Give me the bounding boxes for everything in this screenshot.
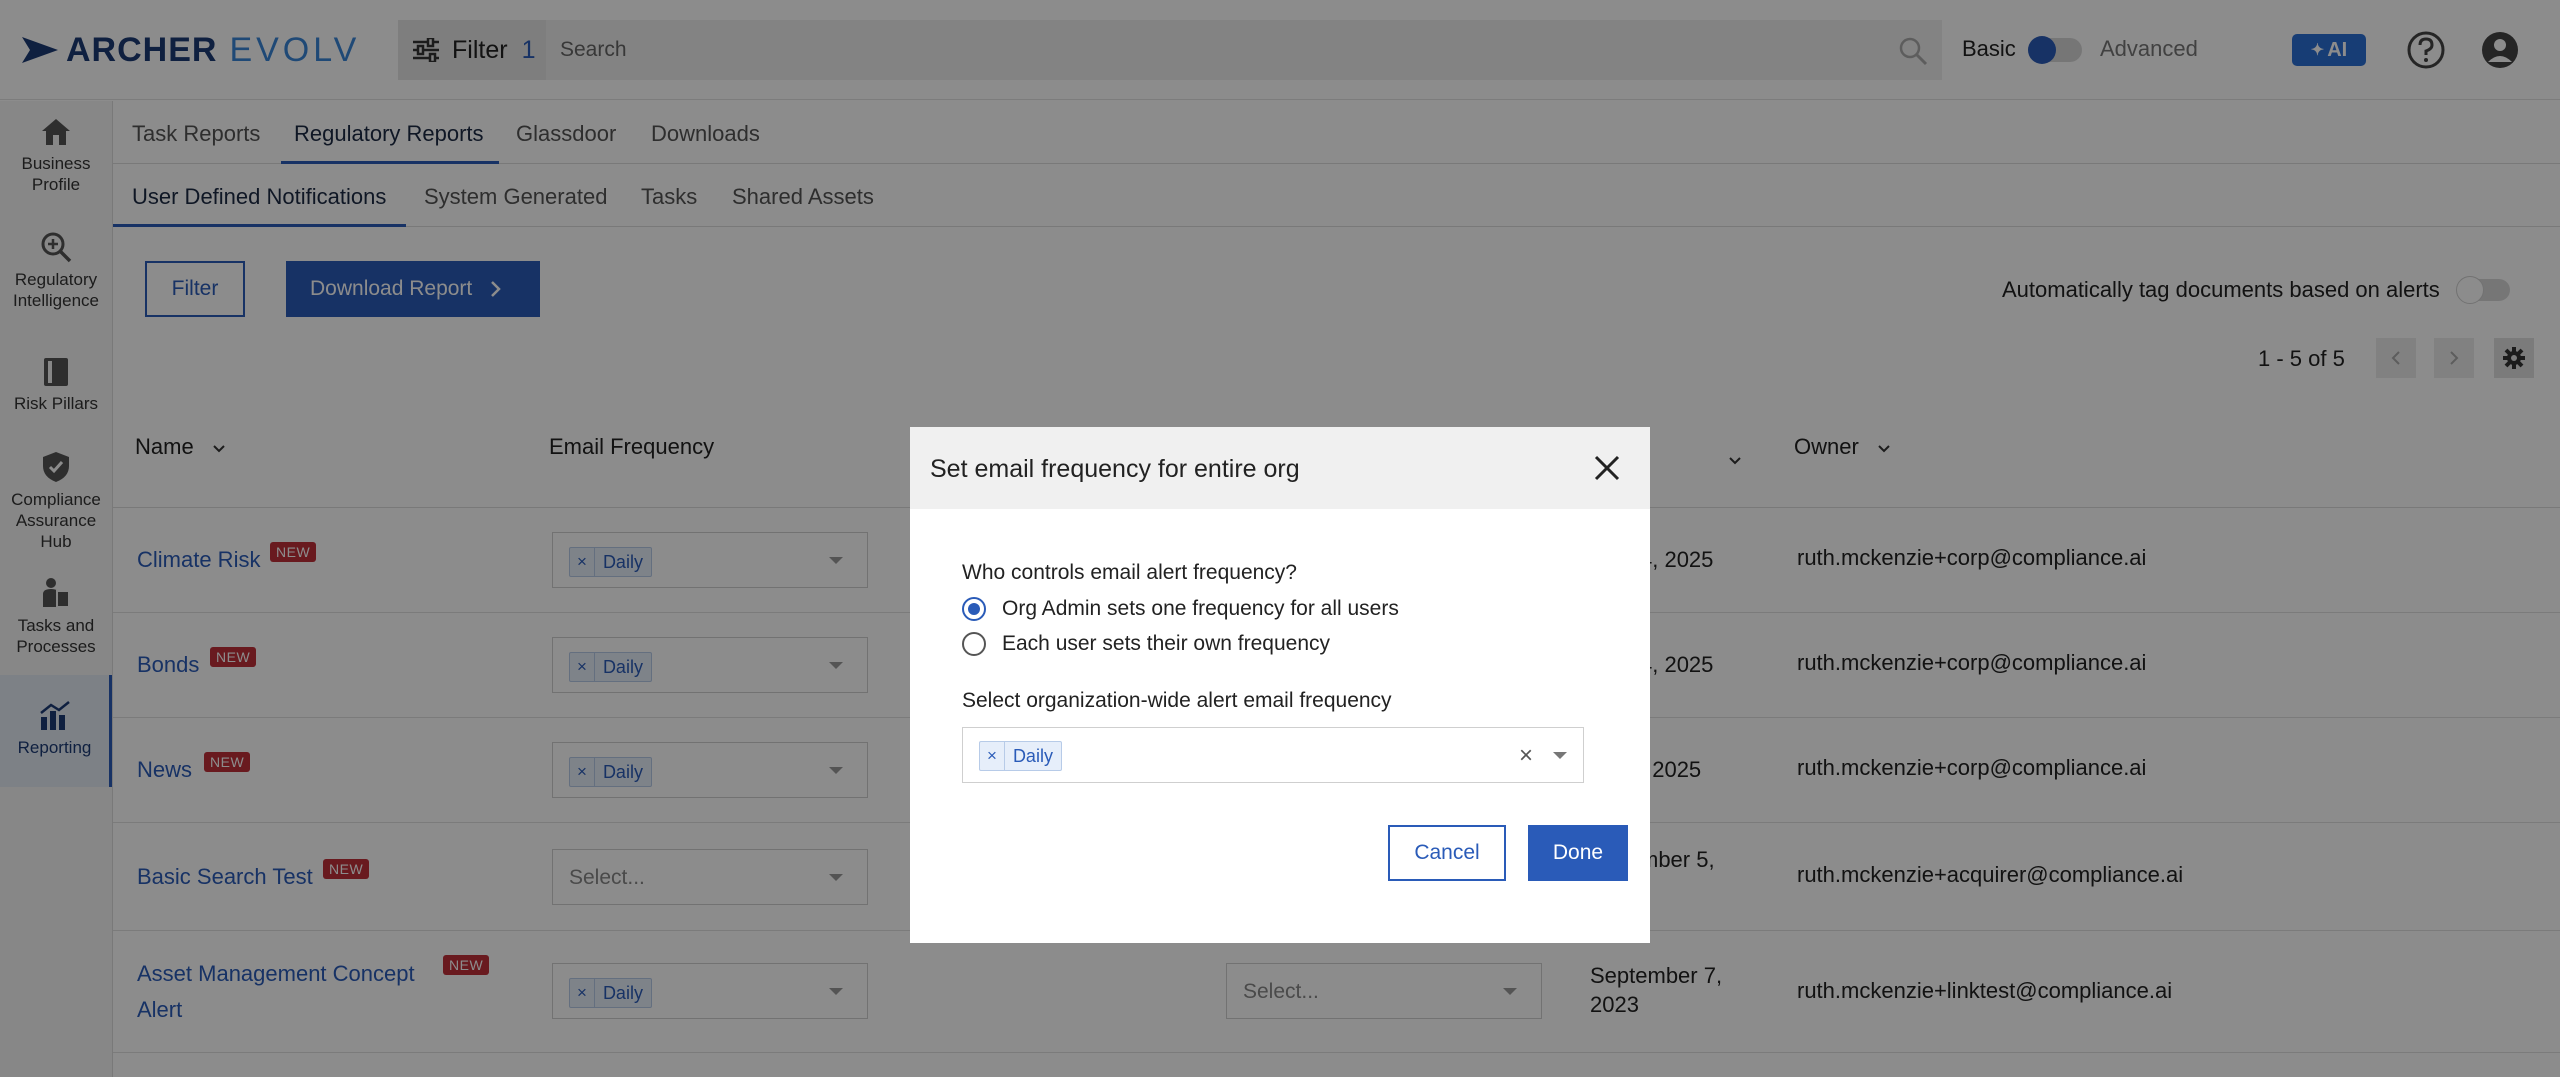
radio-button[interactable] [962, 632, 986, 656]
radio-label: Org Admin sets one frequency for all use… [1002, 597, 1399, 620]
chip-value: Daily [1012, 745, 1053, 766]
radio-org-admin[interactable]: Org Admin sets one frequency for all use… [962, 597, 1399, 621]
dialog-header: Set email frequency for entire org [910, 427, 1650, 509]
org-frequency-label: Select organization-wide alert email fre… [962, 689, 1392, 712]
dialog-title: Set email frequency for entire org [930, 455, 1300, 483]
org-frequency-select[interactable]: × Daily × [962, 727, 1584, 783]
radio-button[interactable] [962, 597, 986, 621]
radio-each-user[interactable]: Each user sets their own frequency [962, 632, 1330, 656]
email-frequency-dialog: Set email frequency for entire org Who c… [910, 427, 1650, 943]
clear-selection-icon[interactable]: × [1519, 742, 1533, 770]
cancel-button[interactable]: Cancel [1388, 825, 1506, 881]
chip-remove-icon[interactable]: × [980, 742, 1005, 770]
done-button[interactable]: Done [1528, 825, 1628, 881]
radio-label: Each user sets their own frequency [1002, 632, 1331, 655]
frequency-chip: × Daily [979, 741, 1062, 771]
close-icon[interactable] [1592, 453, 1622, 483]
control-question-label: Who controls email alert frequency? [962, 561, 1297, 584]
caret-down-icon[interactable] [1553, 752, 1567, 759]
